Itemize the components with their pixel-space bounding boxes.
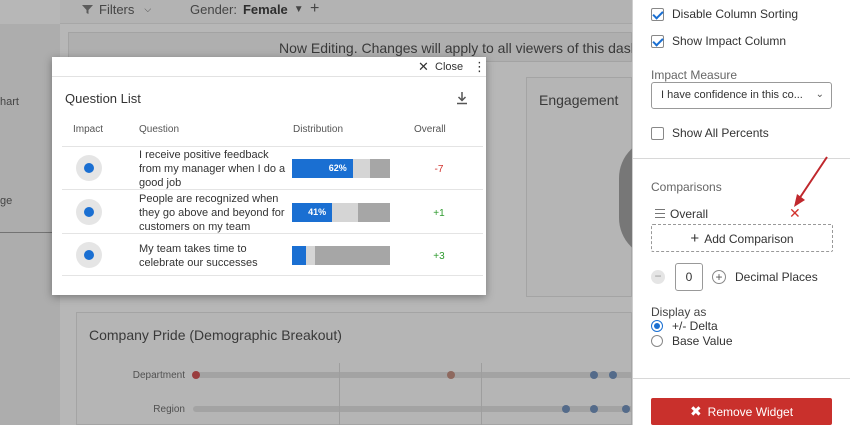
add-comparison-button[interactable]: + Add Comparison bbox=[651, 224, 833, 252]
question-text: People are recognized when they go above… bbox=[139, 193, 285, 233]
question-list-widget: ✕ Close ⋮ Question List Impact Question … bbox=[52, 57, 486, 295]
overall-delta: +3 bbox=[433, 251, 445, 262]
impact-dot bbox=[84, 207, 94, 217]
remove-widget-button[interactable]: ✖ Remove Widget bbox=[651, 398, 832, 425]
impact-measure-select[interactable]: I have confidence in this co... ⌄ bbox=[651, 82, 832, 109]
distribution-positive: 62% bbox=[292, 159, 353, 178]
table-row: I receive positive feedback from my mana… bbox=[62, 146, 483, 189]
add-comparison-label: Add Comparison bbox=[704, 232, 794, 246]
header-distribution[interactable]: Distribution bbox=[293, 124, 343, 135]
drag-handle-icon[interactable] bbox=[655, 209, 665, 218]
disable-sorting-checkbox[interactable] bbox=[651, 8, 664, 21]
impact-indicator bbox=[76, 199, 102, 225]
disable-sorting-label[interactable]: Disable Column Sorting bbox=[672, 7, 798, 21]
comparisons-label: Comparisons bbox=[651, 180, 722, 194]
header-overall[interactable]: Overall bbox=[414, 124, 446, 135]
distribution-positive: 41% bbox=[292, 203, 333, 222]
show-all-percents-label[interactable]: Show All Percents bbox=[672, 126, 769, 140]
close-icon: ✖ bbox=[689, 403, 702, 419]
widget-settings-panel: Disable Column Sorting Show Impact Colum… bbox=[632, 0, 850, 425]
distribution-bar bbox=[292, 246, 390, 265]
plus-icon: + bbox=[690, 230, 700, 247]
radio-base-value[interactable] bbox=[651, 335, 663, 347]
decrement-icon[interactable]: − bbox=[651, 270, 665, 284]
comparison-item: Overall bbox=[670, 207, 709, 221]
distribution-positive bbox=[292, 246, 306, 265]
header-question[interactable]: Question bbox=[139, 124, 179, 135]
close-button[interactable]: Close bbox=[435, 61, 463, 73]
impact-dot bbox=[84, 163, 94, 173]
close-icon[interactable]: ✕ bbox=[418, 59, 429, 75]
show-all-percents-checkbox[interactable] bbox=[651, 127, 664, 140]
header-impact[interactable]: Impact bbox=[73, 124, 103, 135]
overall-delta: -7 bbox=[434, 164, 444, 175]
download-icon[interactable] bbox=[456, 91, 468, 105]
remove-widget-label: Remove Widget bbox=[707, 405, 794, 419]
show-impact-checkbox[interactable] bbox=[651, 35, 664, 48]
table-row: People are recognized when they go above… bbox=[62, 189, 483, 233]
divider bbox=[633, 378, 850, 379]
overall-delta: +1 bbox=[433, 208, 445, 219]
impact-indicator bbox=[76, 155, 102, 181]
impact-dot bbox=[84, 250, 94, 260]
impact-measure-label: Impact Measure bbox=[651, 68, 738, 82]
decimal-places-label: Decimal Places bbox=[735, 270, 818, 284]
impact-measure-value: I have confidence in this co... bbox=[661, 89, 803, 101]
more-options-icon[interactable]: ⋮ bbox=[473, 59, 486, 75]
annotation-arrow-icon bbox=[794, 156, 828, 207]
radio-base-value-label[interactable]: Base Value bbox=[672, 334, 733, 348]
distribution-bar: 62% bbox=[292, 159, 390, 178]
question-text: I receive positive feedback from my mana… bbox=[139, 149, 286, 189]
chevron-down-icon: ⌄ bbox=[815, 89, 824, 100]
widget-title: Question List bbox=[65, 91, 141, 106]
increment-icon[interactable]: + bbox=[712, 270, 726, 284]
question-text: My team takes time to celebrate our succ… bbox=[139, 243, 258, 269]
table-row: My team takes time to celebrate our succ… bbox=[62, 233, 483, 276]
radio-delta[interactable] bbox=[651, 320, 663, 332]
impact-indicator bbox=[76, 242, 102, 268]
modal-toolbar: ✕ Close ⋮ bbox=[52, 57, 486, 77]
display-as-label: Display as bbox=[651, 305, 707, 319]
decimal-places-input[interactable]: 0 bbox=[675, 263, 703, 291]
distribution-bar: 41% bbox=[292, 203, 390, 222]
radio-delta-label[interactable]: +/- Delta bbox=[672, 319, 718, 333]
show-impact-label[interactable]: Show Impact Column bbox=[672, 34, 786, 48]
